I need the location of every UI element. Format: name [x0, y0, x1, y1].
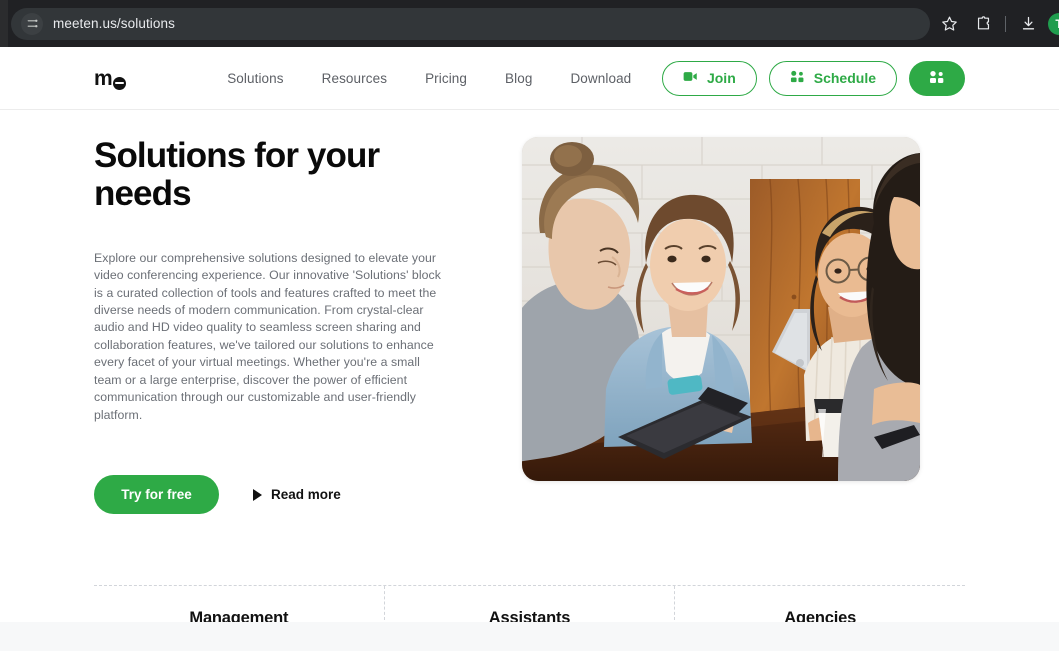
- hero-description: Explore our comprehensive solutions desi…: [94, 250, 441, 422]
- downloads-icon[interactable]: [1011, 8, 1045, 40]
- card-agencies[interactable]: Agencies: [675, 586, 965, 622]
- toolbar-divider: [1005, 15, 1006, 32]
- card-agencies-label: Agencies: [784, 609, 857, 622]
- read-more-label: Read more: [271, 487, 341, 503]
- page-title: Solutions for your needs: [94, 136, 380, 213]
- brand-logo[interactable]: m: [94, 66, 127, 90]
- grid-apps-button[interactable]: [909, 60, 965, 96]
- try-for-free-button[interactable]: Try for free: [94, 475, 219, 515]
- nav-item-blog[interactable]: Blog: [505, 71, 532, 86]
- hero-cta-row: Try for free Read more: [94, 475, 472, 515]
- address-bar[interactable]: meeten.us/solutions: [11, 7, 930, 40]
- brand-logo-text: m: [94, 66, 113, 90]
- tune-sliders-icon[interactable]: [21, 12, 43, 35]
- play-triangle-icon: [253, 488, 262, 501]
- chrome-left-gutter: [0, 0, 8, 47]
- webpage-viewport: m Solutions Resources Pricing Blog Downl…: [0, 47, 1059, 622]
- profile-avatar[interactable]: T: [1048, 12, 1059, 35]
- nav-item-resources[interactable]: Resources: [322, 71, 387, 86]
- site-header: m Solutions Resources Pricing Blog Downl…: [0, 47, 1059, 110]
- people-group-icon: [790, 70, 805, 86]
- card-assistants-label: Assistants: [488, 609, 571, 622]
- extensions-puzzle-icon[interactable]: [966, 8, 1000, 40]
- read-more-button[interactable]: Read more: [253, 487, 341, 502]
- brand-logo-e-icon: [113, 76, 127, 90]
- card-management-label: Management: [189, 609, 289, 622]
- schedule-button-label: Schedule: [813, 70, 876, 86]
- browser-chrome: meeten.us/solutions T: [0, 0, 1059, 47]
- browser-toolbar-actions: T: [932, 8, 1059, 40]
- address-bar-url[interactable]: meeten.us/solutions: [53, 16, 175, 31]
- card-assistants[interactable]: Assistants: [383, 586, 676, 622]
- bookmark-star-icon[interactable]: [932, 8, 966, 40]
- grid-apps-icon: [929, 70, 945, 87]
- hero-text-column: Solutions for your needs Explore our com…: [94, 136, 472, 515]
- video-camera-icon: [683, 70, 698, 86]
- nav-item-solutions[interactable]: Solutions: [227, 71, 283, 86]
- join-button[interactable]: Join: [661, 60, 757, 96]
- nav-item-pricing[interactable]: Pricing: [425, 71, 467, 86]
- main-nav: Solutions Resources Pricing Blog Downloa…: [227, 71, 631, 86]
- card-management[interactable]: Management: [94, 586, 384, 622]
- schedule-button[interactable]: Schedule: [768, 60, 897, 96]
- category-cards-strip: Management Assistants Agencies: [94, 585, 965, 622]
- hero-section: Solutions for your needs Explore our com…: [0, 110, 1059, 515]
- header-actions: Join Schedule: [661, 60, 965, 96]
- hero-media-column: [522, 137, 920, 514]
- join-button-label: Join: [706, 70, 736, 86]
- hero-photo: [522, 137, 920, 481]
- nav-item-download[interactable]: Download: [570, 71, 631, 86]
